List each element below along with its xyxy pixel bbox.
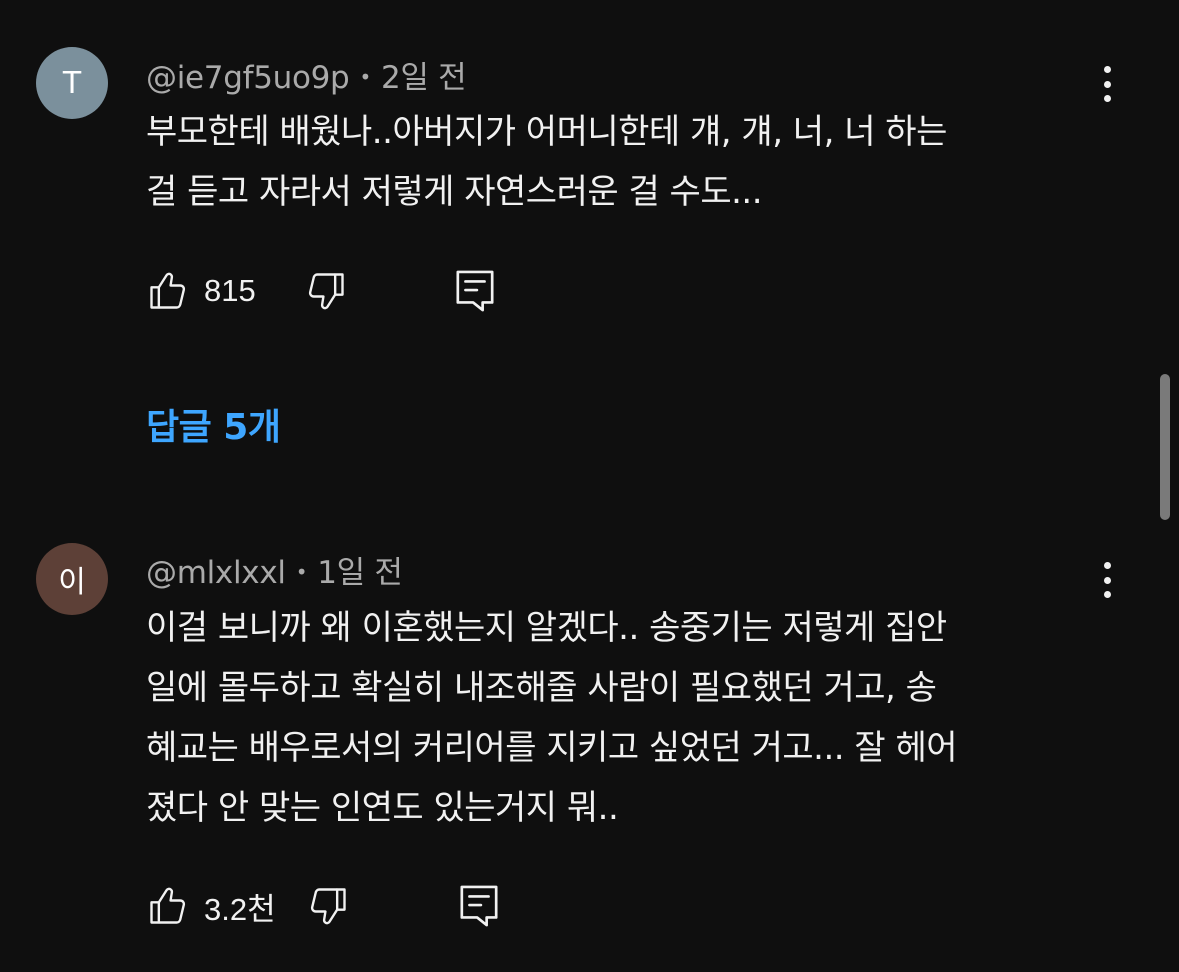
comment-text: 부모한테 배웠나..아버지가 어머니한테 걔, 걔, 너, 너 하는 걸 듣고 … <box>146 112 947 212</box>
comment-reply-icon <box>456 270 494 312</box>
comment-reply-icon <box>460 885 498 927</box>
author-name[interactable]: @mlxlxxl <box>146 555 286 591</box>
thumbs-down-icon <box>310 888 346 925</box>
author-name[interactable]: @ie7gf5uo9p <box>146 60 350 96</box>
comment-text: 이걸 보니까 왜 이혼했는지 알겠다.. 송중기는 저렇게 집안 일에 몰두하고… <box>146 608 958 828</box>
avatar[interactable]: 이 <box>36 543 108 615</box>
thumbs-down-icon <box>308 273 344 310</box>
dislike-button[interactable] <box>306 884 350 928</box>
more-vertical-icon[interactable] <box>1096 64 1118 104</box>
avatar-letter: 이 <box>58 565 86 600</box>
comment-meta: @mlxlxxl • 1일 전 <box>146 547 403 592</box>
avatar-letter: T <box>62 65 82 101</box>
replies-toggle[interactable]: 답글 5개 <box>146 398 281 450</box>
like-button[interactable]: 3.2천 <box>146 884 276 929</box>
scrollbar[interactable] <box>1160 374 1170 520</box>
comment-time[interactable]: 1일 전 <box>317 555 403 591</box>
reply-button[interactable] <box>454 268 496 314</box>
meta-separator: • <box>359 65 371 89</box>
comment-actions: 3.2천 <box>146 883 500 929</box>
reply-button[interactable] <box>458 883 500 929</box>
avatar[interactable]: T <box>36 47 108 119</box>
like-button[interactable]: 815 <box>146 269 256 313</box>
meta-separator: • <box>295 560 308 584</box>
like-count: 815 <box>204 273 256 308</box>
thumbs-up-icon <box>150 272 186 309</box>
like-count: 3.2천 <box>204 891 276 927</box>
comment-time[interactable]: 2일 전 <box>381 60 467 96</box>
thumbs-up-icon <box>150 887 186 924</box>
dislike-button[interactable] <box>304 269 348 313</box>
comment-actions: 815 <box>146 268 496 314</box>
comment-meta: @ie7gf5uo9p • 2일 전 <box>146 52 467 97</box>
more-vertical-icon[interactable] <box>1096 560 1118 600</box>
